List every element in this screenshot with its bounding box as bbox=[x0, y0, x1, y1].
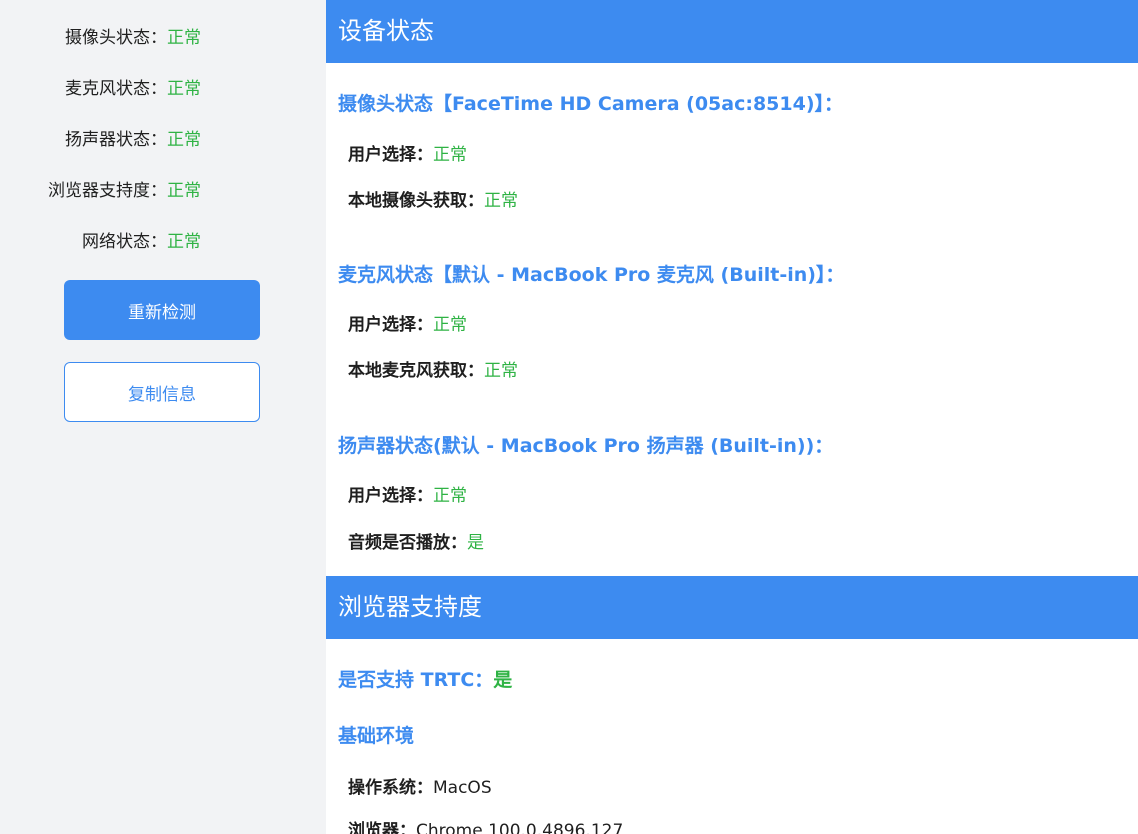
status-value: 正常 bbox=[167, 232, 201, 252]
trtc-label: 是否支持 TRTC： bbox=[338, 669, 494, 691]
sidebar-status-mic: 麦克风状态：正常 bbox=[65, 77, 201, 101]
sidebar-status-camera: 摄像头状态：正常 bbox=[65, 26, 201, 50]
trtc-value: 是 bbox=[493, 669, 513, 691]
item-label: 操作系统： bbox=[348, 778, 433, 798]
recheck-button[interactable]: 重新检测 bbox=[64, 280, 260, 340]
mic-status-title: 麦克风状态【默认 - MacBook Pro 麦克风 (Built-in)】： bbox=[338, 264, 845, 286]
main-content: 设备状态 摄像头状态【FaceTime HD Camera (05ac:8514… bbox=[326, 0, 1138, 834]
item-value: 正常 bbox=[433, 315, 467, 335]
item-value: MacOS bbox=[433, 778, 492, 798]
item-label: 音频是否播放： bbox=[348, 533, 467, 553]
speaker-audio-play: 音频是否播放：是 bbox=[348, 530, 484, 556]
mic-user-select: 用户选择：正常 bbox=[348, 312, 467, 338]
status-label: 麦克风状态： bbox=[65, 79, 167, 99]
browser-support-header: 浏览器支持度 bbox=[326, 576, 1138, 639]
device-status-header: 设备状态 bbox=[326, 0, 1138, 63]
speaker-status-title: 扬声器状态(默认 - MacBook Pro 扬声器 (Built-in))： bbox=[338, 435, 834, 457]
speaker-user-select: 用户选择：正常 bbox=[348, 483, 467, 509]
item-value: 是 bbox=[467, 533, 484, 553]
browser-info: 浏览器：Chrome 100.0.4896.127 bbox=[348, 818, 623, 834]
sidebar-status-network: 网络状态：正常 bbox=[82, 230, 201, 254]
mic-local-get: 本地麦克风获取：正常 bbox=[348, 358, 518, 384]
item-label: 本地摄像头获取： bbox=[348, 191, 484, 211]
sidebar-status-browser: 浏览器支持度：正常 bbox=[48, 179, 201, 203]
status-label: 网络状态： bbox=[82, 232, 167, 252]
item-label: 用户选择： bbox=[348, 145, 433, 165]
item-label: 用户选择： bbox=[348, 486, 433, 506]
sidebar-status-speaker: 扬声器状态：正常 bbox=[65, 128, 201, 152]
base-env-title: 基础环境 bbox=[338, 725, 415, 747]
item-value: 正常 bbox=[484, 191, 518, 211]
item-value: 正常 bbox=[433, 145, 467, 165]
status-value: 正常 bbox=[167, 79, 201, 99]
item-value: Chrome 100.0.4896.127 bbox=[416, 821, 624, 834]
status-value: 正常 bbox=[167, 130, 201, 150]
status-value: 正常 bbox=[167, 181, 201, 201]
item-value: 正常 bbox=[484, 361, 518, 381]
status-label: 摄像头状态： bbox=[65, 28, 167, 48]
device-check-page: 摄像头状态：正常 麦克风状态：正常 扬声器状态：正常 浏览器支持度：正常 网络状… bbox=[0, 0, 1138, 834]
item-label: 用户选择： bbox=[348, 315, 433, 335]
item-label: 本地麦克风获取： bbox=[348, 361, 484, 381]
status-label: 扬声器状态： bbox=[65, 130, 167, 150]
trtc-support: 是否支持 TRTC：是 bbox=[338, 666, 512, 694]
sidebar: 摄像头状态：正常 麦克风状态：正常 扬声器状态：正常 浏览器支持度：正常 网络状… bbox=[0, 0, 326, 834]
status-value: 正常 bbox=[167, 28, 201, 48]
copy-info-button[interactable]: 复制信息 bbox=[64, 362, 260, 422]
item-value: 正常 bbox=[433, 486, 467, 506]
camera-status-title: 摄像头状态【FaceTime HD Camera (05ac:8514)】： bbox=[338, 93, 844, 115]
status-label: 浏览器支持度： bbox=[48, 181, 167, 201]
camera-user-select: 用户选择：正常 bbox=[348, 142, 467, 168]
item-label: 浏览器： bbox=[348, 821, 416, 834]
camera-local-get: 本地摄像头获取：正常 bbox=[348, 188, 518, 214]
os-info: 操作系统：MacOS bbox=[348, 775, 492, 801]
